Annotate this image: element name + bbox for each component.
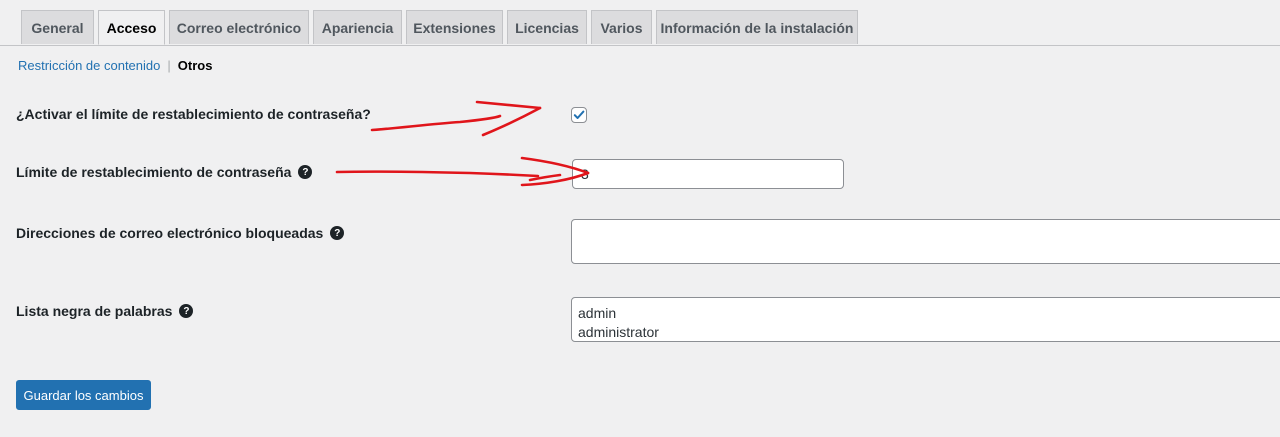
arrow-annotation-limit-input bbox=[335, 156, 590, 187]
word-blacklist-label-text: Lista negra de palabras bbox=[16, 303, 173, 319]
checkmark-icon bbox=[573, 110, 585, 119]
reset-limit-enable-label-text: ¿Activar el límite de restablecimiento d… bbox=[16, 106, 371, 122]
tab-informacion-instalacion[interactable]: Información de la instalación bbox=[656, 10, 858, 44]
tab-varios[interactable]: Varios bbox=[591, 10, 652, 44]
subnav-separator: | bbox=[167, 58, 171, 73]
tab-general[interactable]: General bbox=[21, 10, 94, 44]
save-changes-button[interactable]: Guardar los cambios bbox=[16, 380, 151, 410]
word-blacklist-textarea[interactable]: admin administrator bbox=[571, 297, 1280, 342]
blacklist-line: admin bbox=[578, 305, 617, 321]
help-icon[interactable]: ? bbox=[298, 165, 313, 179]
help-icon[interactable]: ? bbox=[330, 226, 345, 240]
settings-tabs: General Acceso Correo electrónico Aparie… bbox=[0, 0, 1280, 46]
help-icon[interactable]: ? bbox=[179, 304, 194, 318]
tab-correo-electronico[interactable]: Correo electrónico bbox=[169, 10, 309, 44]
tab-acceso[interactable]: Acceso bbox=[98, 10, 165, 45]
reset-limit-label: Límite de restablecimiento de contraseña… bbox=[16, 164, 313, 180]
tab-apariencia[interactable]: Apariencia bbox=[313, 10, 402, 44]
tab-licencias[interactable]: Licencias bbox=[507, 10, 587, 44]
subnav-restriccion-contenido[interactable]: Restricción de contenido bbox=[18, 58, 160, 73]
reset-limit-input[interactable] bbox=[572, 159, 844, 189]
blocked-emails-textarea[interactable] bbox=[571, 219, 1280, 264]
reset-limit-enable-label: ¿Activar el límite de restablecimiento d… bbox=[16, 106, 371, 122]
reset-limit-label-text: Límite de restablecimiento de contraseña bbox=[16, 164, 292, 180]
subnav-otros[interactable]: Otros bbox=[178, 58, 213, 73]
blocked-emails-label-text: Direcciones de correo electrónico bloque… bbox=[16, 225, 324, 241]
word-blacklist-label: Lista negra de palabras ? bbox=[16, 303, 194, 319]
reset-limit-enable-checkbox[interactable] bbox=[571, 107, 587, 123]
arrow-annotation-checkbox bbox=[370, 100, 542, 137]
tab-extensiones[interactable]: Extensiones bbox=[406, 10, 503, 44]
blacklist-line: administrator bbox=[578, 324, 659, 340]
sub-navigation: Restricción de contenido | Otros bbox=[18, 58, 212, 73]
blocked-emails-label: Direcciones de correo electrónico bloque… bbox=[16, 225, 345, 241]
